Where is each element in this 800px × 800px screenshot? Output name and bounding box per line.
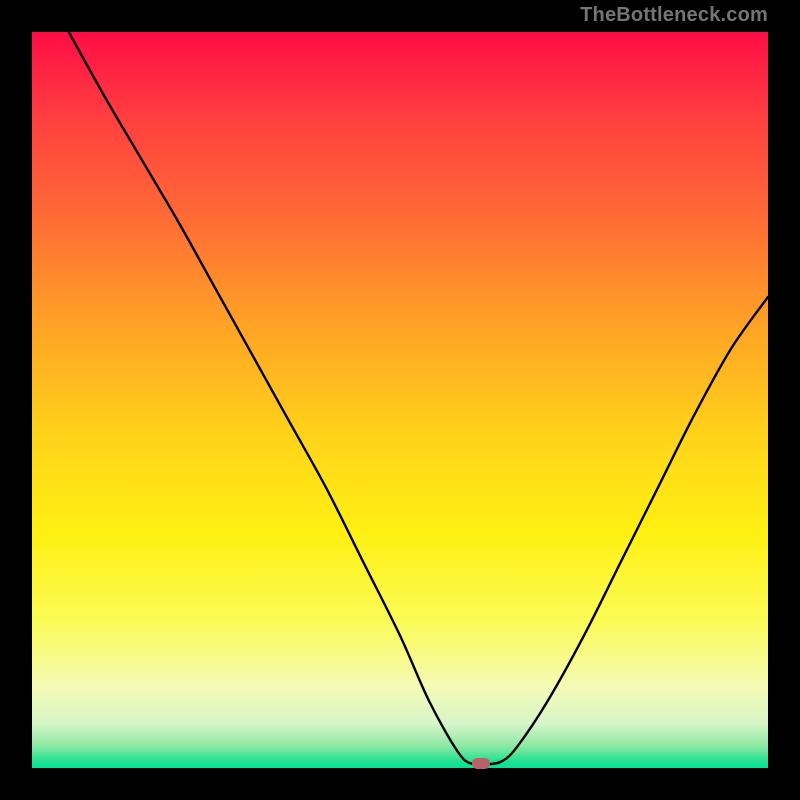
- watermark-text: TheBottleneck.com: [580, 4, 768, 27]
- bottleneck-curve: [69, 32, 768, 765]
- plot-area: [32, 32, 768, 768]
- curve-svg: [32, 32, 768, 768]
- chart-container: TheBottleneck.com: [0, 0, 800, 800]
- optimum-marker: [472, 758, 490, 768]
